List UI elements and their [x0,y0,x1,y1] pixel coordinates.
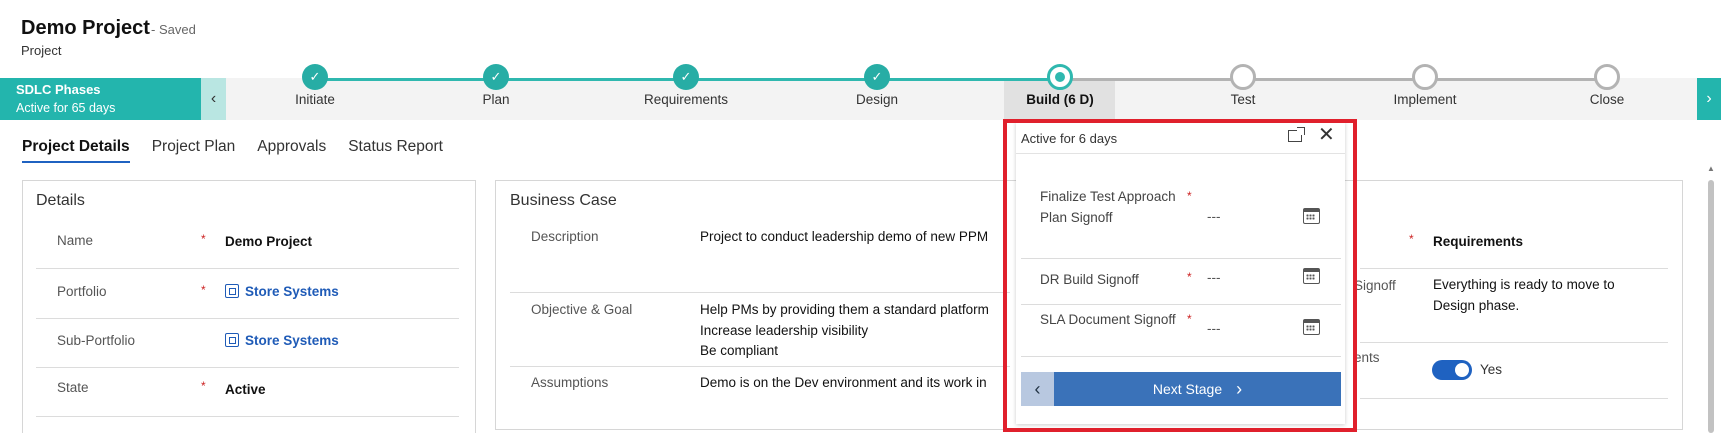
stage-label: Close [1589,92,1625,107]
divider [1360,268,1668,269]
field-label-assumptions: Assumptions [531,375,609,390]
stage-plan[interactable]: ✓ Plan [416,64,576,107]
objective-line: Increase leadership visibility [700,322,869,338]
field-value-name[interactable]: Demo Project [225,234,312,249]
process-name: SDLC Phases [16,82,101,97]
divider [36,268,459,269]
tab-project-plan[interactable]: Project Plan [152,138,236,163]
required-marker: * [201,379,206,393]
pending-stage-icon [1594,64,1620,90]
objective-line: Help PMs by providing them a standard pl… [700,302,989,317]
check-icon: ✓ [673,64,699,90]
required-marker: * [201,283,206,297]
stage-label: Initiate [295,92,335,107]
divider [510,366,1010,367]
field-label-description: Description [531,229,599,244]
business-process-bar: SDLC Phases Active for 65 days ‹ ✓ Initi… [0,64,1721,120]
field-label-signoff: Signoff [1354,278,1396,293]
stage-prev-icon[interactable]: ‹ [201,78,226,120]
process-duration: Active for 65 days [16,101,116,115]
highlight-outline [1003,119,1357,432]
form-tabs: Project Details Project Plan Approvals S… [22,138,443,163]
field-label-ents: ents [1354,350,1380,365]
field-value-signoff[interactable]: Everything is ready to move to Design ph… [1433,275,1643,316]
toggle-switch[interactable] [1432,360,1472,380]
field-value-state[interactable]: Active [225,382,266,397]
field-value-portfolio[interactable]: Store Systems [225,284,339,299]
divider [1360,398,1668,399]
stage-close[interactable]: Close [1527,64,1687,107]
stage-design[interactable]: ✓ Design [797,64,957,107]
record-link-icon [225,333,239,347]
field-label-name: Name [57,233,94,248]
check-icon: ✓ [483,64,509,90]
active-stage-icon [1047,64,1073,90]
toggle-label: Yes [1480,362,1503,377]
field-label-objective: Objective & Goal [531,302,633,317]
pending-stage-icon [1412,64,1438,90]
stage-build[interactable]: Build (6 D) [980,64,1140,107]
details-title: Details [36,192,85,209]
stage-label: Implement [1393,92,1457,107]
tab-approvals[interactable]: Approvals [257,138,326,163]
field-value-assumptions[interactable]: Demo is on the Dev environment and its w… [700,373,987,394]
record-link-icon [225,284,239,298]
check-icon: ✓ [864,64,890,90]
field-label-portfolio: Portfolio [57,284,107,299]
stage-requirements[interactable]: ✓ Requirements [606,64,766,107]
stage-label: Requirements [643,92,729,107]
divider [36,367,459,368]
divider [510,292,1010,293]
tab-status-report[interactable]: Status Report [348,138,443,163]
divider [36,318,459,319]
field-value-stage[interactable]: Requirements [1433,234,1523,249]
stage-implement[interactable]: Implement [1345,64,1505,107]
entity-name: Project [21,43,62,58]
stage-test[interactable]: Test [1163,64,1323,107]
page-title: Demo Project [21,17,150,39]
tab-project-details[interactable]: Project Details [22,138,130,163]
business-case-title: Business Case [510,192,617,209]
scrollbar-thumb[interactable] [1708,180,1714,433]
required-marker: * [1409,232,1414,246]
divider [1360,342,1668,343]
save-status: - Saved [151,22,196,37]
stage-label: Test [1230,92,1256,107]
scroll-up-icon[interactable]: ▲ [1707,164,1715,173]
stage-initiate[interactable]: ✓ Initiate [235,64,395,107]
field-label-state: State [57,380,89,395]
field-value-description[interactable]: Project to conduct leadership demo of ne… [700,227,988,248]
sub-portfolio-link[interactable]: Store Systems [245,333,339,348]
pending-stage-icon [1230,64,1256,90]
stage-label: Plan [482,92,510,107]
stage-label: Build (6 D) [1026,92,1094,107]
objective-line: Be compliant [700,343,779,358]
required-marker: * [201,232,206,246]
check-icon: ✓ [302,64,328,90]
field-value-sub-portfolio[interactable]: Store Systems [225,333,339,348]
process-phase-box[interactable]: SDLC Phases Active for 65 days [0,78,201,120]
field-value-objective[interactable]: Help PMs by providing them a standard pl… [700,300,989,362]
divider [36,416,459,417]
portfolio-link[interactable]: Store Systems [245,284,339,299]
stage-next-icon[interactable]: › [1697,78,1721,120]
field-label-sub-portfolio: Sub-Portfolio [57,333,136,348]
stage-label: Design [855,92,899,107]
